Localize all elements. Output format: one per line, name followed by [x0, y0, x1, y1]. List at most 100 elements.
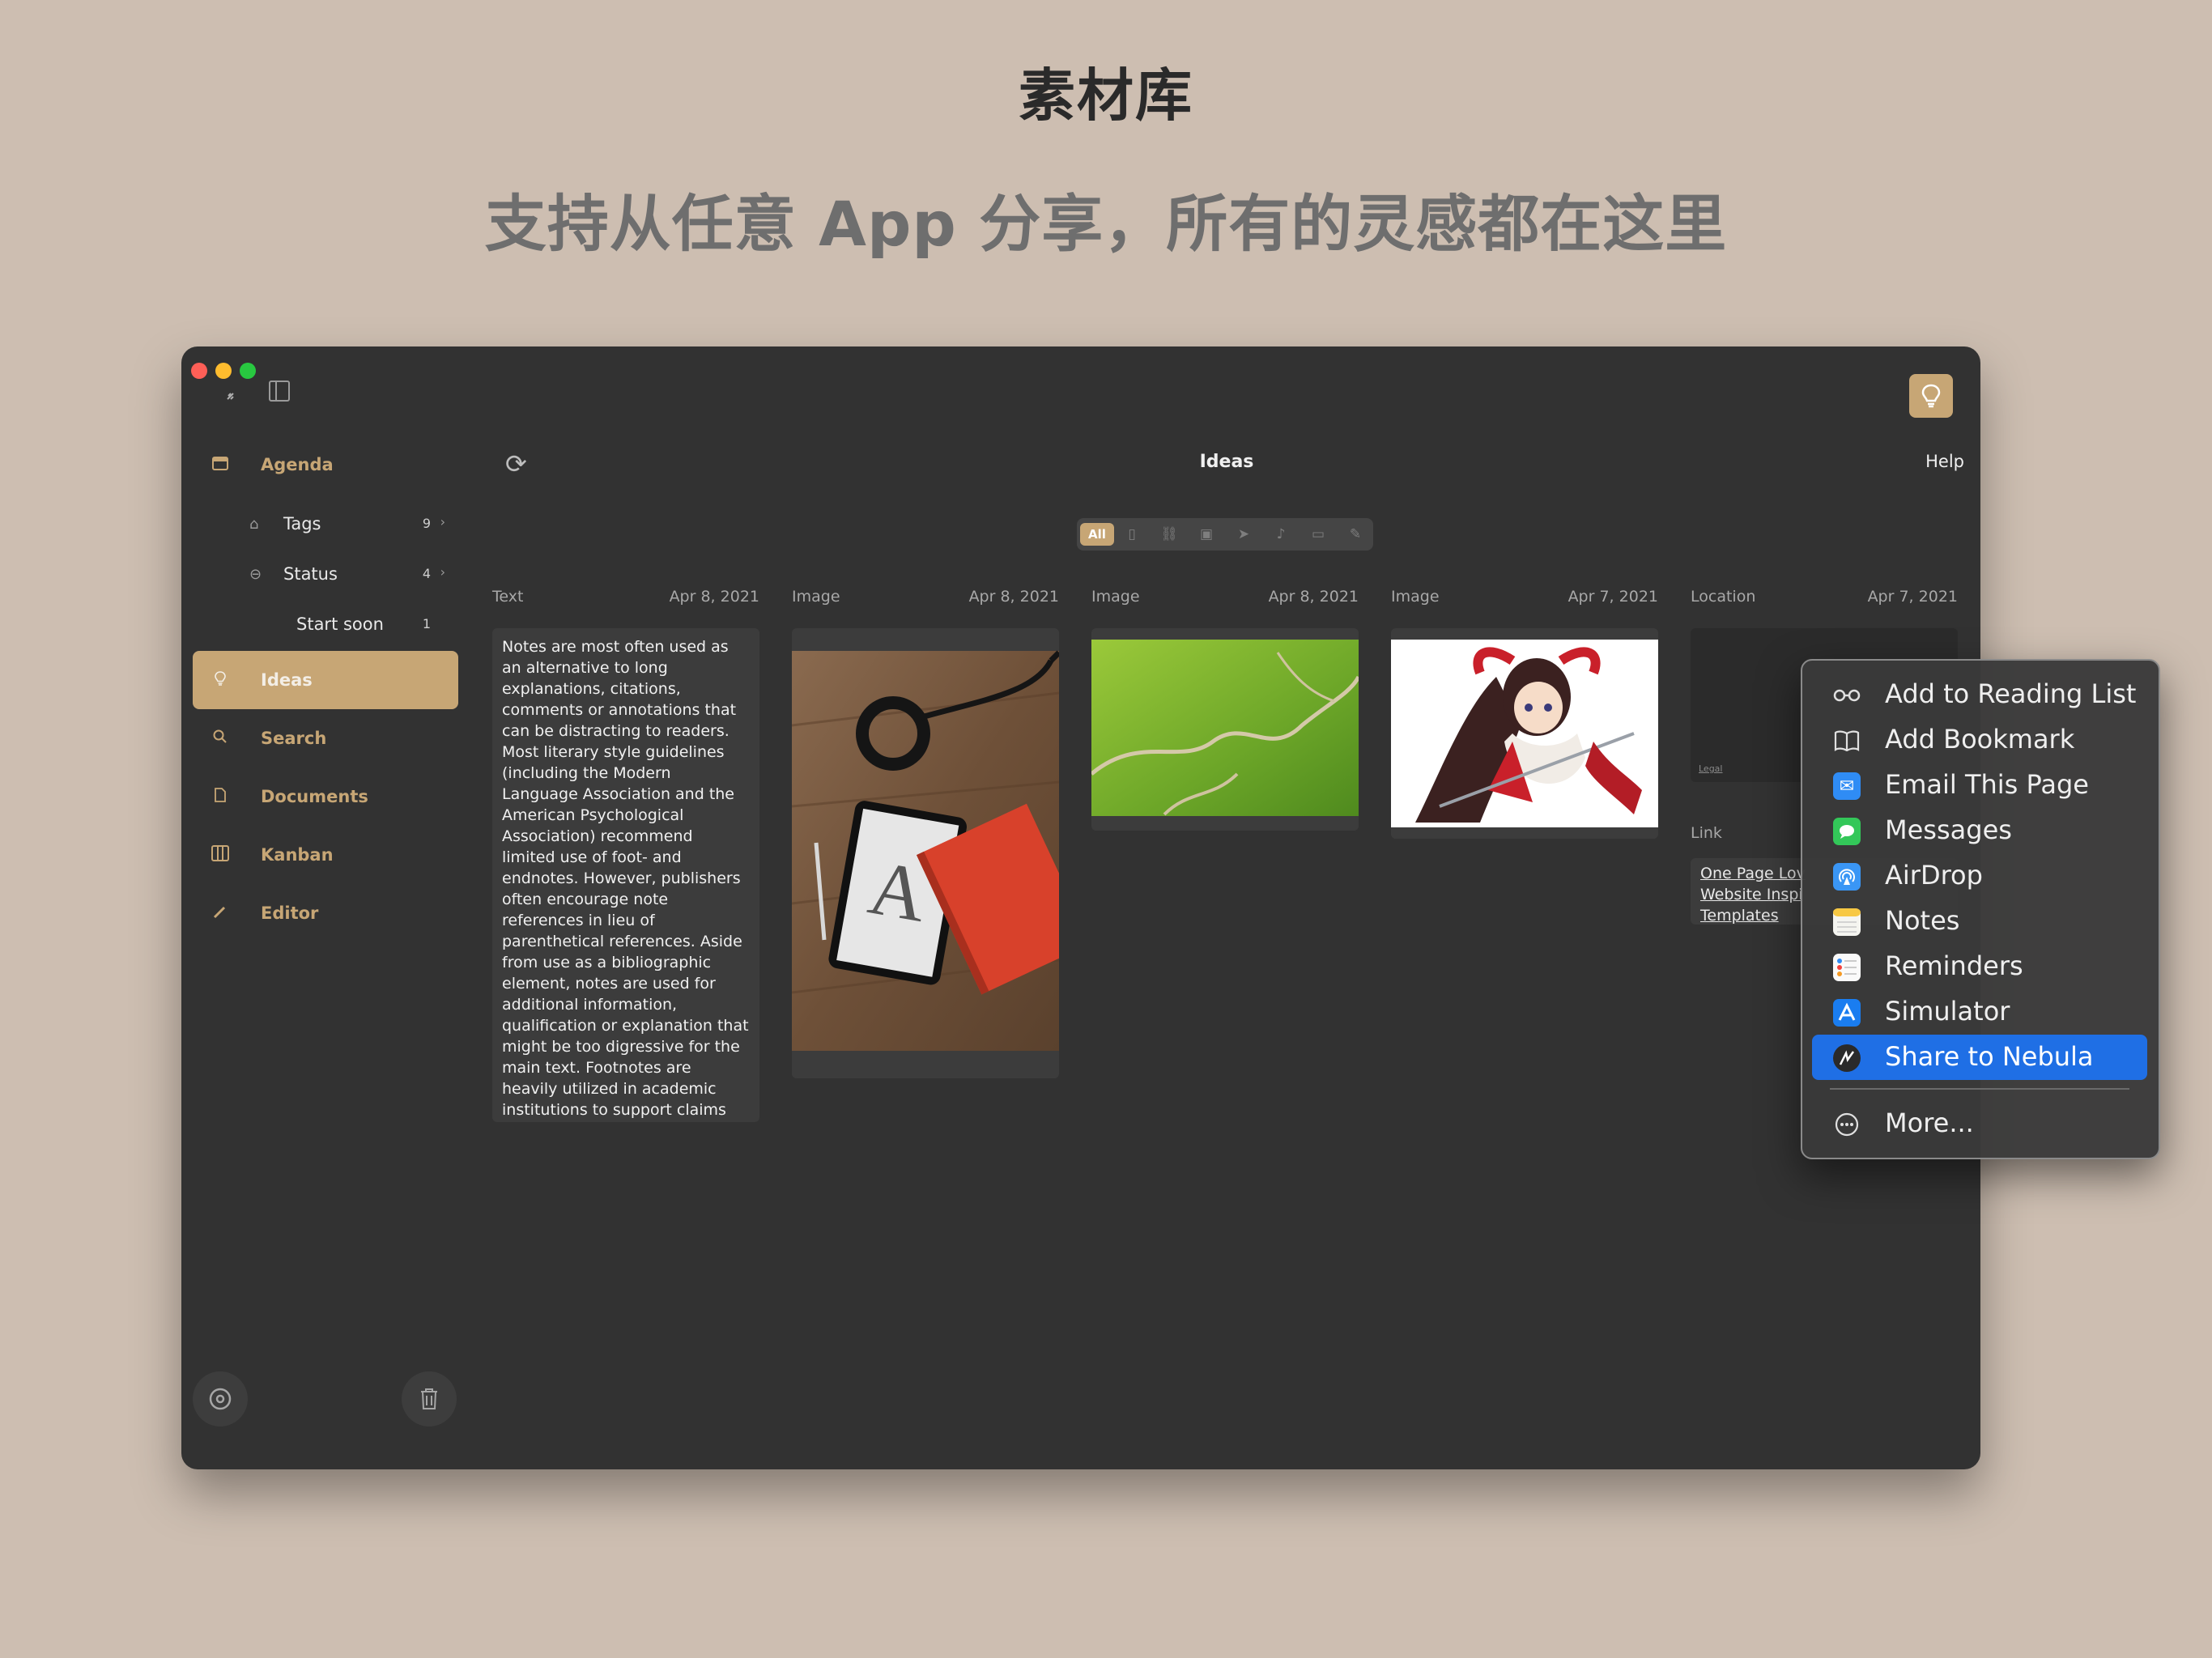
sidebar-item-label: Editor: [261, 903, 319, 923]
start-soon-count: 1: [422, 616, 431, 631]
text-filter-icon[interactable]: ▯: [1121, 523, 1143, 546]
page-title: Ideas: [1199, 452, 1254, 472]
menu-item-label: Email This Page: [1885, 769, 2089, 800]
menu-item-airdrop[interactable]: AirDrop: [1812, 853, 2147, 899]
settings-icon[interactable]: [193, 1371, 248, 1426]
column-header-location: Location Apr 7, 2021: [1691, 588, 1958, 606]
tags-count: 9: [422, 516, 431, 531]
filter-bar: All ▯ ⛓ ▣ ➤ ♪ ▭ ✎: [1077, 518, 1373, 551]
sidebar-item-label: Agenda: [261, 455, 334, 474]
sidebar-item-documents[interactable]: Documents: [193, 767, 458, 826]
column-header-image-3: Image Apr 7, 2021: [1391, 588, 1658, 606]
search-icon: [211, 729, 230, 748]
link-card-text[interactable]: One Page Lov Website Inspi Templates: [1691, 858, 1815, 925]
menu-separator: [1830, 1088, 2129, 1090]
nebula-icon: [1833, 1044, 1861, 1072]
drawing-filter-icon[interactable]: ✎: [1344, 523, 1367, 546]
menu-item-share-to-nebula[interactable]: Share to Nebula: [1812, 1035, 2147, 1080]
anime-illustration: [1391, 628, 1658, 839]
image-filter-icon[interactable]: ▣: [1195, 523, 1218, 546]
column-type: Image: [1091, 588, 1140, 606]
pencil-icon: [211, 903, 230, 923]
location-filter-icon[interactable]: ➤: [1232, 523, 1255, 546]
calendar-icon: [211, 455, 230, 474]
more-icon: [1833, 1111, 1861, 1138]
map-legal-link[interactable]: Legal: [1699, 763, 1722, 774]
column-type: Text: [492, 588, 524, 606]
column-header-image-1: Image Apr 8, 2021: [792, 588, 1059, 606]
trash-icon[interactable]: [402, 1371, 457, 1426]
arrow-icon[interactable]: [225, 387, 236, 407]
sidebar-item-label: Ideas: [261, 670, 313, 690]
chevron-right-icon: ›: [440, 514, 445, 529]
reminders-icon: [1833, 954, 1861, 981]
sidebar-item-status[interactable]: ⊖ Status 4 ›: [193, 555, 458, 595]
tag-icon: ⌂: [249, 516, 259, 533]
minimize-window-button[interactable]: [215, 363, 232, 379]
column-type: Location: [1691, 588, 1756, 606]
menu-item-add-bookmark[interactable]: Add Bookmark: [1812, 717, 2147, 763]
image-card-tablet[interactable]: A: [792, 628, 1059, 1078]
sidebar-item-label: Tags: [283, 514, 321, 534]
status-icon: ⊖: [249, 566, 262, 583]
filter-all-button[interactable]: All: [1080, 523, 1114, 546]
column-type: Image: [1391, 588, 1440, 606]
column-header-image-2: Image Apr 8, 2021: [1091, 588, 1359, 606]
hero-subtitle: 支持从任意 App 分享，所有的灵感都在这里: [484, 188, 1728, 260]
sidebar-item-search[interactable]: Search: [193, 709, 458, 767]
image-card-anime[interactable]: [1391, 628, 1658, 839]
menu-item-label: Add Bookmark: [1885, 724, 2075, 755]
maximize-window-button[interactable]: [240, 363, 256, 379]
document-icon: [211, 787, 230, 806]
column-date: Apr 8, 2021: [669, 588, 759, 606]
airdrop-icon: [1833, 863, 1861, 891]
app-window: Agenda ⌂ Tags 9 › ⊖ Status 4 › Start soo…: [181, 346, 1980, 1469]
video-filter-icon[interactable]: ▭: [1307, 523, 1329, 546]
column-date: Apr 8, 2021: [968, 588, 1059, 606]
link-filter-icon[interactable]: ⛓: [1158, 523, 1180, 546]
sidebar-item-tags[interactable]: ⌂ Tags 9 ›: [193, 504, 458, 545]
sidebar-item-ideas[interactable]: Ideas: [193, 651, 458, 709]
tablet-photo: A: [792, 628, 1059, 1078]
sidebar-item-label: Documents: [261, 787, 368, 806]
column-type: Image: [792, 588, 840, 606]
glasses-icon: [1833, 682, 1861, 709]
mail-icon: ✉: [1833, 772, 1861, 800]
menu-item-add-to-reading-list[interactable]: Add to Reading List: [1812, 672, 2147, 717]
menu-item-label: AirDrop: [1885, 860, 1983, 891]
text-note-card[interactable]: Notes are most often used as an alternat…: [492, 628, 759, 1122]
menu-item-notes[interactable]: Notes: [1812, 899, 2147, 944]
menu-item-email-this-page[interactable]: ✉ Email This Page: [1812, 763, 2147, 808]
lightbulb-icon[interactable]: [1909, 374, 1953, 418]
chevron-right-icon: ›: [440, 564, 445, 580]
field-photo: [1091, 628, 1359, 831]
menu-item-simulator[interactable]: Simulator: [1812, 989, 2147, 1035]
status-count: 4: [422, 566, 431, 581]
close-window-button[interactable]: [191, 363, 207, 379]
image-card-field[interactable]: [1091, 628, 1359, 831]
sidebar-item-agenda[interactable]: Agenda: [193, 436, 458, 494]
menu-item-messages[interactable]: Messages: [1812, 808, 2147, 853]
menu-item-label: More...: [1885, 1107, 1974, 1138]
sidebar-toggle-icon[interactable]: [269, 380, 290, 402]
sidebar-item-kanban[interactable]: Kanban: [193, 826, 458, 884]
menu-item-reminders[interactable]: Reminders: [1812, 944, 2147, 989]
simulator-icon: [1833, 999, 1861, 1027]
sidebar-item-label: Start soon: [296, 614, 384, 634]
column-date: Apr 8, 2021: [1268, 588, 1359, 606]
sidebar-item-label: Search: [261, 729, 327, 748]
menu-item-more[interactable]: More...: [1812, 1101, 2147, 1146]
column-date: Apr 7, 2021: [1867, 588, 1958, 606]
hero-title: 素材库: [1019, 62, 1193, 129]
share-menu: Add to Reading List Add Bookmark ✉ Email…: [1801, 659, 2160, 1159]
help-link[interactable]: Help: [1925, 452, 1964, 471]
sidebar-item-editor[interactable]: Editor: [193, 884, 458, 942]
sidebar-item-start-soon[interactable]: Start soon 1: [193, 605, 458, 645]
column-date: Apr 7, 2021: [1568, 588, 1658, 606]
audio-filter-icon[interactable]: ♪: [1270, 523, 1292, 546]
sidebar-item-label: Kanban: [261, 845, 334, 865]
main-header: ⟳ Ideas Help: [489, 449, 1964, 484]
messages-icon: [1833, 818, 1861, 845]
menu-item-label: Share to Nebula: [1885, 1041, 2094, 1072]
menu-item-label: Messages: [1885, 814, 2012, 845]
